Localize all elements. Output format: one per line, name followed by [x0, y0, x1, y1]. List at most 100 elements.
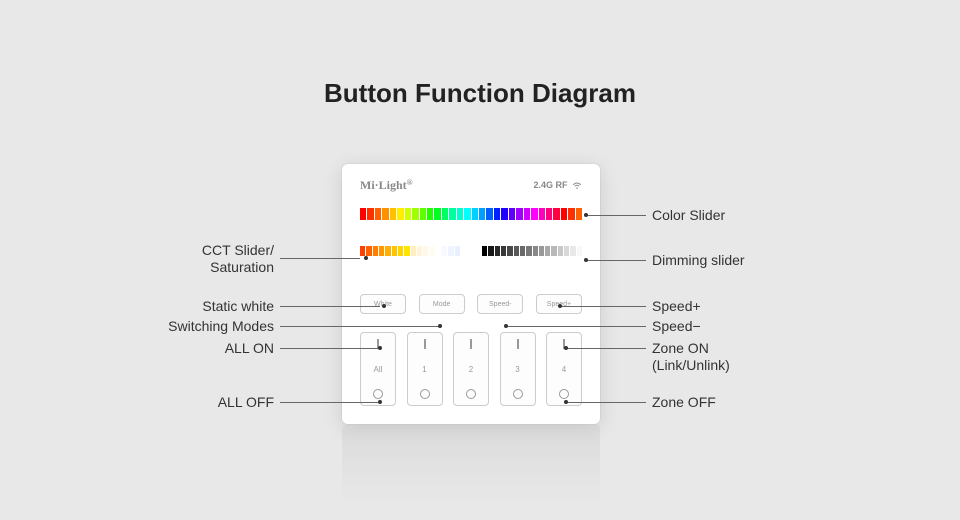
slider-segment: [427, 208, 433, 220]
leader-line: [566, 348, 646, 349]
slider-segment: [411, 246, 416, 256]
leader-line: [280, 402, 378, 403]
slider-segment: [482, 246, 487, 256]
slider-segment: [398, 246, 403, 256]
slider-segment: [539, 208, 545, 220]
zone-label: All: [374, 365, 383, 374]
slider-segment: [479, 208, 485, 220]
leader-dot: [378, 400, 382, 404]
panel-reflection: [342, 424, 600, 504]
cct-slider[interactable]: [360, 246, 460, 256]
zone-button-row: All 1 2 3 4: [360, 332, 582, 406]
slider-segment: [367, 208, 373, 220]
label-static-white: Static white: [202, 298, 274, 314]
leader-line: [280, 326, 438, 327]
slider-segment: [464, 208, 470, 220]
zone-off-icon: [373, 389, 383, 399]
slider-segment: [514, 246, 519, 256]
color-slider[interactable]: [360, 208, 582, 220]
zone-button-3[interactable]: 3: [500, 332, 536, 406]
slider-segment: [405, 208, 411, 220]
slider-segment: [434, 208, 440, 220]
mode-button-row: White Mode Speed- Speed+: [360, 294, 582, 314]
zone-button-all[interactable]: All: [360, 332, 396, 406]
zone-on-icon: [517, 339, 519, 349]
zone-label: 4: [562, 365, 566, 374]
leader-dot: [382, 304, 386, 308]
dimming-slider[interactable]: [482, 246, 582, 256]
leader-dot: [584, 258, 588, 262]
leader-line: [586, 215, 646, 216]
zone-label: 1: [422, 365, 426, 374]
wifi-icon: [572, 181, 582, 191]
leader-line: [280, 306, 380, 307]
slider-segment: [551, 246, 556, 256]
zone-button-1[interactable]: 1: [407, 332, 443, 406]
slider-segment: [390, 208, 396, 220]
leader-line: [280, 258, 360, 259]
leader-dot: [364, 256, 368, 260]
slider-segment: [561, 208, 567, 220]
zone-label: 2: [469, 365, 473, 374]
zone-off-icon: [559, 389, 569, 399]
slider-segment: [420, 208, 426, 220]
slider-segment: [545, 246, 550, 256]
zone-button-4[interactable]: 4: [546, 332, 582, 406]
label-dimming-slider: Dimming slider: [652, 252, 745, 268]
slider-segment: [417, 246, 422, 256]
slider-segment: [449, 208, 455, 220]
slider-segment: [472, 208, 478, 220]
page-title: Button Function Diagram: [324, 78, 636, 109]
slider-segment: [379, 246, 384, 256]
slider-segment: [507, 246, 512, 256]
slider-segment: [442, 246, 447, 256]
mode-button[interactable]: Mode: [419, 294, 465, 314]
slider-segment: [366, 246, 371, 256]
brand-logo: Mi·Light®: [360, 178, 413, 193]
slider-segment: [382, 208, 388, 220]
slider-segment: [442, 208, 448, 220]
slider-segment: [553, 208, 559, 220]
slider-segment: [501, 246, 506, 256]
slider-segment: [385, 246, 390, 256]
slider-segment: [526, 246, 531, 256]
slider-segment: [564, 246, 569, 256]
label-cct: CCT Slider/ Saturation: [144, 242, 274, 276]
slider-segment: [429, 246, 434, 256]
label-zone-on: Zone ON (Link/Unlink): [652, 340, 730, 374]
slider-segment: [568, 208, 574, 220]
zone-button-2[interactable]: 2: [453, 332, 489, 406]
zone-on-icon: [424, 339, 426, 349]
zone-label: 3: [515, 365, 519, 374]
slider-segment: [577, 246, 582, 256]
control-panel: Mi·Light® 2.4G RF White Mode Speed- Spee…: [342, 164, 600, 424]
slider-segment: [457, 208, 463, 220]
leader-line: [560, 306, 646, 307]
slider-segment: [392, 246, 397, 256]
slider-segment: [412, 208, 418, 220]
leader-dot: [558, 304, 562, 308]
label-all-on: ALL ON: [225, 340, 274, 356]
slider-segment: [531, 208, 537, 220]
slider-segment: [546, 208, 552, 220]
slider-segment: [570, 246, 575, 256]
slider-segment: [404, 246, 409, 256]
leader-dot: [564, 400, 568, 404]
slider-segment: [488, 246, 493, 256]
slider-segment: [520, 246, 525, 256]
leader-dot: [438, 324, 442, 328]
leader-dot: [378, 346, 382, 350]
slider-segment: [516, 208, 522, 220]
leader-line: [280, 348, 378, 349]
label-all-off: ALL OFF: [218, 394, 274, 410]
slider-segment: [455, 246, 460, 256]
label-color-slider: Color Slider: [652, 207, 725, 223]
zone-off-icon: [466, 389, 476, 399]
leader-line: [586, 260, 646, 261]
slider-segment: [524, 208, 530, 220]
slider-segment: [448, 246, 453, 256]
label-zone-off: Zone OFF: [652, 394, 716, 410]
speed-minus-button[interactable]: Speed-: [477, 294, 523, 314]
slider-segment: [539, 246, 544, 256]
slider-segment: [533, 246, 538, 256]
